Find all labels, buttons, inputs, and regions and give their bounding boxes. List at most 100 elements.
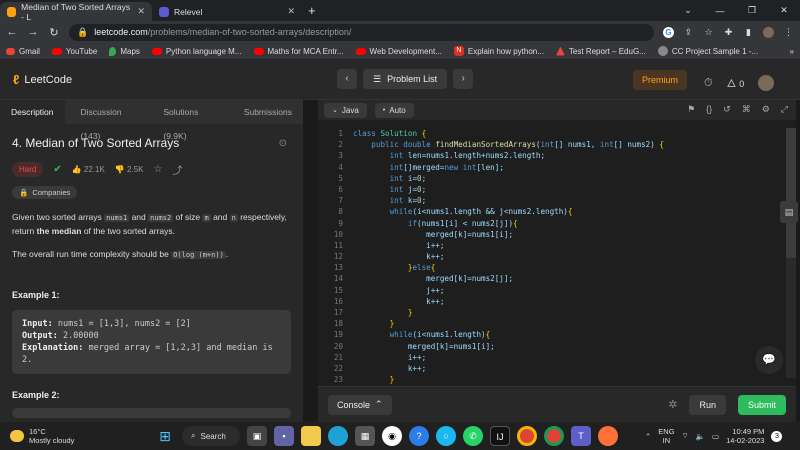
code-line[interactable]: 18 } (318, 318, 796, 329)
bookmark-project[interactable]: CC Project Sample 1 -... (657, 46, 758, 56)
mode-select[interactable]: • Auto (374, 102, 414, 118)
code-line[interactable]: 3 int len=nums1.length+nums2.length; (318, 150, 796, 161)
code-line[interactable]: 16 k++; (318, 296, 796, 307)
language-indicator[interactable]: ENG IN (658, 427, 674, 445)
language-select[interactable]: ⌄ Java (324, 102, 367, 118)
code-line[interactable]: 19 while(i<nums1.length){ (318, 329, 796, 340)
code-line[interactable]: 7 int k=0; (318, 195, 796, 206)
profile-avatar[interactable] (763, 26, 774, 38)
code-line[interactable]: 21 i++; (318, 352, 796, 363)
chrome-profile-icon[interactable] (544, 426, 564, 446)
github-icon[interactable]: ◉ (382, 426, 402, 446)
bookmark-explain[interactable]: N Explain how python... (453, 46, 544, 56)
close-tab-icon[interactable]: ✕ (137, 6, 145, 17)
code-line[interactable]: 20 merged[k]=nums1[i]; (318, 341, 796, 352)
submit-button[interactable]: Submit (737, 394, 786, 415)
edge-browser-icon[interactable] (328, 426, 348, 446)
favorite-star-icon[interactable]: ☆ (153, 164, 162, 175)
teams-icon[interactable]: T (571, 426, 591, 446)
editor-scroll-thumb[interactable] (786, 128, 796, 258)
next-problem-button[interactable]: › (453, 69, 474, 89)
code-line[interactable]: 11 i++; (318, 240, 796, 251)
bookmark-gmail[interactable]: Gmail (6, 47, 40, 56)
reset-icon[interactable]: ↺ (723, 104, 731, 115)
code-line[interactable]: 9 if(nums1[i] < nums2[j]){ (318, 218, 796, 229)
share-icon[interactable]: ⇪ (683, 27, 694, 38)
user-avatar[interactable] (758, 75, 775, 91)
braces-icon[interactable]: {} (706, 104, 712, 115)
settings-gear-icon[interactable]: ⚙ (762, 104, 770, 115)
bookmark-star-icon[interactable]: ☆ (703, 27, 714, 38)
tab-description[interactable]: Description (0, 100, 65, 124)
prev-problem-button[interactable]: ‹ (337, 69, 357, 89)
restore-icon[interactable]: ❐ (736, 5, 768, 16)
weather-widget[interactable]: 16°C Mostly cloudy (10, 427, 74, 445)
code-line[interactable]: 23 } (318, 374, 796, 385)
leetcode-logo[interactable]: ℓ LeetCode (13, 72, 72, 87)
code-line[interactable]: 17 } (318, 307, 796, 318)
code-line[interactable]: 10 merged[k]=nums1[i]; (318, 229, 796, 240)
more-bookmarks-icon[interactable]: » (790, 47, 794, 56)
intellij-icon[interactable]: IJ (490, 426, 510, 446)
menu-kebab-icon[interactable]: ⋮ (783, 27, 794, 38)
code-line[interactable]: 5 int i=0; (318, 173, 796, 184)
code-area[interactable]: 1 class Solution {2 public double findMed… (318, 128, 796, 386)
taskbar-search[interactable]: ⌕ Search (182, 426, 240, 446)
tab-discussion[interactable]: Discussion (143) (65, 100, 146, 141)
back-icon[interactable]: ← (6, 26, 18, 38)
shortcuts-icon[interactable]: ⌘ (742, 104, 751, 115)
bookmark-youtube[interactable]: YouTube (51, 47, 97, 56)
file-explorer-icon[interactable] (301, 426, 321, 446)
battery-icon[interactable]: ▭ (712, 432, 719, 441)
reload-icon[interactable]: ↻ (48, 26, 60, 39)
bookmark-python[interactable]: Python language M... (151, 47, 242, 56)
clock[interactable]: 10:49 PM 14-02-2023 (726, 427, 764, 445)
companies-chip[interactable]: 🔒 Companies (12, 186, 78, 199)
tab-submissions[interactable]: Submissions (226, 100, 303, 124)
bookmark-webdev[interactable]: Web Development... (355, 47, 442, 56)
close-tab-icon[interactable]: ✕ (287, 6, 295, 17)
code-line[interactable]: 8 while(i<nums1.length && j<nums2.length… (318, 206, 796, 217)
firefox-icon[interactable] (598, 426, 618, 446)
code-line[interactable]: 12 k++; (318, 251, 796, 262)
side-panel-icon[interactable]: ▮ (743, 27, 754, 38)
new-tab-icon[interactable]: + (302, 2, 322, 21)
volume-icon[interactable]: 🔈 (696, 432, 705, 441)
code-line[interactable]: 1 class Solution { (318, 128, 796, 139)
browser-tab-leetcode[interactable]: Median of Two Sorted Arrays - L ✕ (0, 2, 152, 22)
share-link-icon[interactable]: ⤴ (172, 162, 182, 177)
bookmark-maps[interactable]: Maps (109, 46, 140, 56)
url-field[interactable]: 🔒 leetcode.com/problems/median-of-two-so… (69, 23, 654, 41)
dislike-button[interactable]: 👎 2.5K (115, 165, 144, 174)
code-line[interactable]: 6 int j=0; (318, 184, 796, 195)
premium-button[interactable]: Premium (633, 70, 688, 90)
tab-solutions[interactable]: Solutions (9.9K) (145, 100, 225, 141)
minimize-icon[interactable]: — (704, 6, 736, 16)
code-line[interactable]: 14 merged[k]=nums2[j]; (318, 273, 796, 284)
streak-fire-icon[interactable]: 🜂 0 (727, 72, 745, 94)
console-button[interactable]: Console ⌃ (328, 394, 392, 415)
extensions-icon[interactable]: ✚ (723, 27, 734, 38)
more-options-icon[interactable]: ⊙ (279, 138, 287, 149)
help-icon[interactable]: ? (409, 426, 429, 446)
code-line[interactable]: 22 k++; (318, 363, 796, 374)
close-window-icon[interactable]: ✕ (768, 5, 800, 16)
code-line[interactable]: 2 public double findMedianSortedArrays(i… (318, 139, 796, 150)
problem-list-button[interactable]: ☰ Problem List (363, 69, 448, 89)
task-view-icon[interactable]: ▣ (247, 426, 267, 446)
alexa-icon[interactable]: ○ (436, 426, 456, 446)
forward-icon[interactable]: → (27, 26, 39, 38)
windows-start-icon[interactable]: ⊞ (155, 426, 175, 446)
debug-bug-icon[interactable]: ✲ (668, 398, 677, 411)
chrome-icon[interactable] (517, 426, 537, 446)
whatsapp-icon[interactable]: ✆ (463, 426, 483, 446)
notification-badge[interactable]: 3 (771, 430, 783, 442)
code-line[interactable]: 4 int[]merged=new int[len]; (318, 162, 796, 173)
bookmark-maths[interactable]: Maths for MCA Entr... (253, 47, 344, 56)
tray-overflow-icon[interactable]: ⌃ (645, 432, 651, 441)
bookmark-icon[interactable]: ⚑ (687, 104, 695, 115)
notes-side-tab-icon[interactable]: ▤ (780, 201, 798, 223)
code-line[interactable]: 13 }else{ (318, 262, 796, 273)
wifi-icon[interactable]: ⌔ (682, 431, 689, 441)
code-line[interactable]: 15 j++; (318, 285, 796, 296)
